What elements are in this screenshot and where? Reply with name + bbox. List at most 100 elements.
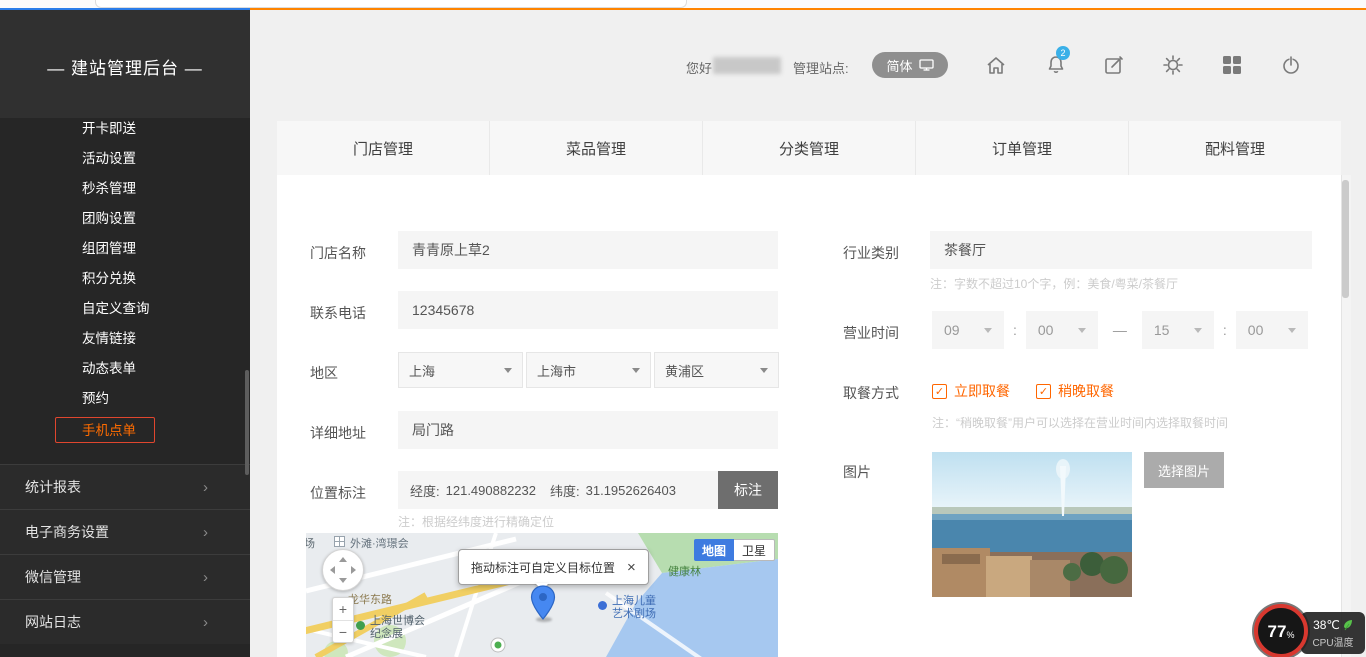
sidebar-section-site-log[interactable]: 网站日志 › xyxy=(0,599,250,644)
tab-order-management[interactable]: 订单管理 xyxy=(916,121,1129,175)
coordinates-field[interactable]: 经度: 121.490882232 纬度: 31.1952626403 xyxy=(398,471,718,509)
tab-dish-management[interactable]: 菜品管理 xyxy=(490,121,703,175)
pickup-note: 注：“稍晚取餐”用户可以选择在营业时间内选择取餐时间 xyxy=(932,414,1228,431)
map-marker-icon[interactable] xyxy=(530,585,556,621)
store-photo xyxy=(932,452,1132,597)
dropdown-arrow-icon xyxy=(760,368,768,373)
pickup-later-checkbox[interactable]: ✓ 稍晚取餐 xyxy=(1036,381,1114,401)
section-label: 网站日志 xyxy=(25,614,81,630)
cpu-temp-widget: 38℃ CPU温度 xyxy=(1301,612,1365,654)
chevron-right-icon: › xyxy=(203,555,208,600)
dropdown-arrow-icon xyxy=(632,368,640,373)
location-note: 注：根据经纬度进行精确定位 xyxy=(398,513,554,530)
compose-button[interactable] xyxy=(1102,53,1126,77)
gauge-percent: 77 xyxy=(1268,623,1287,640)
time-colon: : xyxy=(1223,322,1227,338)
longitude-value: 121.490882232 xyxy=(446,483,536,498)
address-bar-remnant[interactable] xyxy=(95,0,687,8)
district-value: 黄浦区 xyxy=(665,361,704,380)
tab-ingredient-management[interactable]: 配料管理 xyxy=(1129,121,1341,175)
map-label-theatre: 上海儿童 艺术剧场 xyxy=(612,595,656,621)
gear-icon xyxy=(1161,53,1185,77)
cpu-temp-value: 38℃ xyxy=(1313,618,1340,632)
sidebar-item-card-gift[interactable]: 开卡即送 xyxy=(0,114,250,144)
longitude-label: 经度: xyxy=(410,481,440,500)
chevron-right-icon: › xyxy=(203,600,208,645)
pickup-options: ✓ 立即取餐 ✓ 稍晚取餐 xyxy=(932,381,1114,401)
checkbox-checked-icon: ✓ xyxy=(932,384,947,399)
province-select[interactable]: 上海 xyxy=(398,352,523,388)
chevron-down-icon xyxy=(984,328,992,333)
close-minute-select[interactable]: 00 xyxy=(1236,311,1308,349)
sidebar-item-booking[interactable]: 预约 xyxy=(0,384,250,414)
open-minute-select[interactable]: 00 xyxy=(1026,311,1098,349)
map-type-satellite-button[interactable]: 卫星 xyxy=(734,539,775,561)
industry-label: 行业类别 xyxy=(843,243,899,263)
address-label: 详细地址 xyxy=(310,423,366,443)
performance-gauge[interactable]: 77 % xyxy=(1254,604,1308,657)
sidebar-item-team[interactable]: 组团管理 xyxy=(0,234,250,264)
sidebar-item-seckill[interactable]: 秒杀管理 xyxy=(0,174,250,204)
map-tooltip-text: 拖动标注可自定义目标位置 xyxy=(471,559,615,576)
close-hour-select[interactable]: 15 xyxy=(1142,311,1214,349)
section-label: 统计报表 xyxy=(25,479,81,495)
notification-badge: 2 xyxy=(1056,46,1070,60)
city-select[interactable]: 上海市 xyxy=(526,352,651,388)
close-icon[interactable]: × xyxy=(627,560,636,575)
map-widget[interactable]: 场 外滩·湾璟会 龙华东路 上海世博会 纪念展 上海儿童 艺术剧场 健康林 + … xyxy=(306,533,778,657)
map-label-expo: 上海世博会 纪念展 xyxy=(370,615,425,641)
time-colon: : xyxy=(1013,322,1017,338)
accent-underline xyxy=(250,8,1366,10)
section-label: 电子商务设置 xyxy=(25,524,109,540)
username-redacted xyxy=(713,57,781,74)
page-scrollbar-thumb[interactable] xyxy=(1342,180,1349,298)
sidebar-item-points[interactable]: 积分兑换 xyxy=(0,264,250,294)
home-button[interactable] xyxy=(984,53,1008,77)
location-label: 位置标注 xyxy=(310,483,366,503)
sidebar-section-wechat[interactable]: 微信管理 › xyxy=(0,554,250,599)
open-hour-select[interactable]: 09 xyxy=(932,311,1004,349)
cpu-temp-label: CPU温度 xyxy=(1312,634,1353,649)
industry-input[interactable]: 茶餐厅 xyxy=(930,231,1312,269)
page: — 建站管理后台 — 开卡即送 活动设置 秒杀管理 团购设置 组团管理 积分兑换… xyxy=(0,0,1366,657)
map-label-road: 龙华东路 xyxy=(348,591,392,607)
language-switch-button[interactable]: 简体 xyxy=(872,52,948,78)
settings-button[interactable] xyxy=(1161,53,1185,77)
edit-icon xyxy=(1102,53,1126,77)
latitude-value: 31.1952626403 xyxy=(586,483,676,498)
map-pan-control[interactable] xyxy=(322,549,364,591)
district-select[interactable]: 黄浦区 xyxy=(654,352,779,388)
tab-category-management[interactable]: 分类管理 xyxy=(703,121,916,175)
industry-note: 注：字数不超过10个字，例：美食/粤菜/茶餐厅 xyxy=(930,275,1178,292)
sidebar-item-activity[interactable]: 活动设置 xyxy=(0,144,250,174)
time-range-dash: — xyxy=(1113,322,1127,338)
map-label-cut: 场 xyxy=(306,535,315,551)
sidebar-item-custom-query[interactable]: 自定义查询 xyxy=(0,294,250,324)
sidebar-item-mobile-order-selected[interactable]: 手机点单 xyxy=(55,417,155,443)
apps-button[interactable] xyxy=(1220,53,1244,77)
phone-input[interactable]: 12345678 xyxy=(398,291,778,329)
pickup-now-checkbox[interactable]: ✓ 立即取餐 xyxy=(932,381,1010,401)
tab-store-management[interactable]: 门店管理 xyxy=(277,121,490,175)
monitor-icon xyxy=(919,59,934,71)
sidebar-item-dynamic-form[interactable]: 动态表单 xyxy=(0,354,250,384)
zoom-out-button[interactable]: − xyxy=(333,620,353,643)
map-poi-icon xyxy=(334,536,345,547)
sidebar-section-stats[interactable]: 统计报表 › xyxy=(0,464,250,509)
checkbox-checked-icon: ✓ xyxy=(1036,384,1051,399)
choose-image-button[interactable]: 选择图片 xyxy=(1144,452,1224,488)
sidebar: — 建站管理后台 — 开卡即送 活动设置 秒杀管理 团购设置 组团管理 积分兑换… xyxy=(0,10,250,657)
map-zoom-control: + − xyxy=(332,597,354,643)
sidebar-item-links[interactable]: 友情链接 xyxy=(0,324,250,354)
gauge-percent-sign: % xyxy=(1286,630,1294,640)
store-name-input[interactable]: 青青原上草2 xyxy=(398,231,778,269)
sidebar-section-ecommerce[interactable]: 电子商务设置 › xyxy=(0,509,250,554)
phone-label: 联系电话 xyxy=(310,303,366,323)
pan-down-icon xyxy=(339,578,347,583)
sidebar-item-groupbuy[interactable]: 团购设置 xyxy=(0,204,250,234)
logout-button[interactable] xyxy=(1279,53,1303,77)
zoom-in-button[interactable]: + xyxy=(333,598,353,620)
mark-location-button[interactable]: 标注 xyxy=(718,471,778,509)
map-type-map-button[interactable]: 地图 xyxy=(694,539,734,561)
address-input[interactable]: 局门路 xyxy=(398,411,778,449)
